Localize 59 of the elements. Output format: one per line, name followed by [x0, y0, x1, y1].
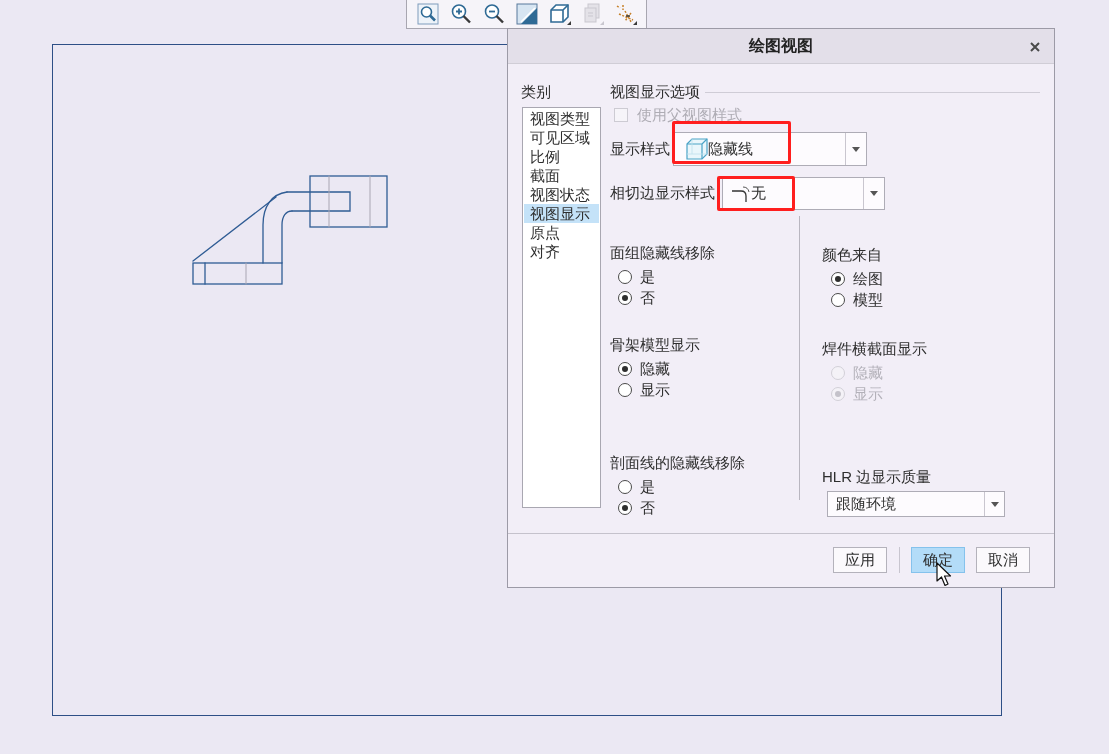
radio-label: 模型	[853, 290, 883, 310]
radio-button[interactable]	[618, 500, 632, 515]
group-title: 颜色来自	[822, 245, 883, 265]
zoom-out-icon[interactable]	[483, 3, 505, 25]
radio-label: 绘图	[853, 269, 883, 289]
radio-button[interactable]	[618, 479, 632, 494]
cube-icon	[686, 138, 708, 160]
radio-label: 否	[640, 288, 655, 308]
list-item[interactable]: 可见区域	[524, 128, 599, 147]
group-title: 骨架模型显示	[610, 335, 701, 355]
dialog-button[interactable]: 确定	[911, 547, 965, 573]
radio-button[interactable]	[618, 290, 632, 305]
caret-icon	[852, 146, 860, 152]
caret-icon	[870, 191, 878, 196]
field-label: 相切边显示样式	[610, 183, 716, 204]
dashed-axes-icon[interactable]	[615, 3, 637, 25]
list-item[interactable]: 比例	[524, 147, 599, 166]
dialog-button[interactable]: 取消	[976, 547, 1030, 573]
dropdown[interactable]: 无	[722, 177, 885, 210]
close-icon[interactable]	[1030, 42, 1040, 52]
list-item[interactable]: 对齐	[524, 242, 599, 261]
dialog-button[interactable]: 应用	[833, 547, 887, 573]
radio-button[interactable]	[618, 382, 632, 397]
dropdown-value: 隐藏线	[708, 138, 753, 159]
zoom-fit-icon[interactable]	[417, 3, 439, 25]
group-title: 面组隐藏线移除	[610, 243, 716, 263]
list-item[interactable]: 原点	[524, 223, 599, 242]
radio-label: 显示	[640, 380, 670, 400]
caret-icon	[990, 501, 999, 507]
zoom-in-icon[interactable]	[450, 3, 472, 25]
radio-label: 是	[640, 477, 655, 497]
dropdown[interactable]: 跟随环境	[827, 491, 1005, 517]
group-title: 焊件横截面显示	[822, 339, 928, 359]
checkbox-label: 使用父视图样式	[637, 105, 742, 125]
radio-label: 否	[640, 498, 655, 518]
shaded-square-icon[interactable]	[516, 3, 538, 25]
radio-label: 隐藏	[853, 363, 883, 383]
field-label: 显示样式	[610, 138, 671, 159]
curve-line-icon	[731, 185, 751, 202]
category-label: 类别	[521, 82, 552, 102]
radio-label: 显示	[853, 384, 883, 404]
dropdown-value: 无	[751, 183, 766, 204]
group-title: 剖面线的隐藏线移除	[610, 453, 746, 473]
list-item[interactable]: 视图状态	[524, 185, 599, 204]
dropdown-value: 跟随环境	[835, 493, 896, 514]
radio-button[interactable]	[618, 269, 632, 284]
radio-button[interactable]	[831, 292, 845, 307]
radio-button[interactable]	[831, 271, 845, 286]
cube-icon[interactable]	[549, 3, 571, 25]
list-item[interactable]: 视图类型	[524, 109, 599, 128]
dialog-title: 绘图视图	[749, 36, 813, 56]
list-item[interactable]: 视图显示	[524, 204, 599, 223]
radio-label: 是	[640, 267, 655, 287]
dropdown[interactable]: 隐藏线	[673, 132, 867, 166]
section-title: 视图显示选项	[610, 82, 700, 102]
radio-button[interactable]	[618, 361, 632, 376]
list-item[interactable]: 截面	[524, 166, 599, 185]
field-label: HLR 边显示质量	[822, 467, 933, 487]
radio-label: 隐藏	[640, 359, 670, 379]
